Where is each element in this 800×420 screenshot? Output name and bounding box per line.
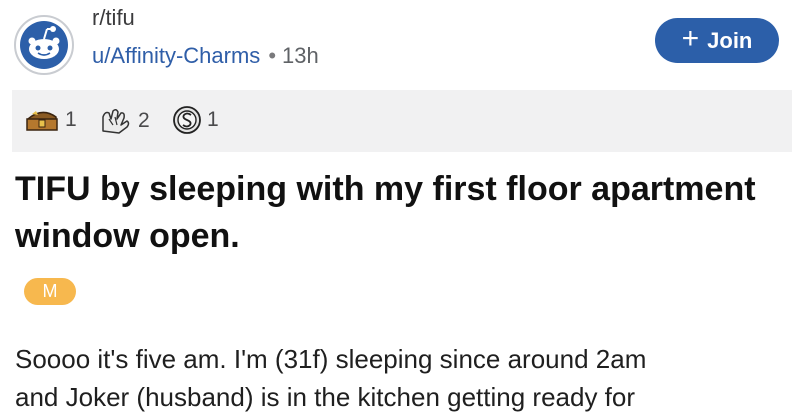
award-item[interactable]: 2 (97, 105, 150, 137)
treasure-chest-award-icon (26, 111, 58, 131)
awards-bar[interactable]: 1 2 1 (12, 90, 792, 152)
award-item[interactable]: 1 (24, 105, 77, 135)
silver-coin-award-icon (173, 106, 201, 134)
award-count: 1 (207, 108, 219, 131)
post-header: r/tifu u/Affinity-Charms • 13h + Join (0, 0, 800, 82)
subreddit-avatar-icon[interactable] (13, 14, 75, 76)
join-label: Join (707, 27, 753, 53)
award-count: 2 (138, 109, 150, 132)
body-line: and Joker (husband) is in the kitchen ge… (15, 382, 636, 412)
body-line: Soooo it's five am. I'm (31f) sleeping s… (15, 344, 647, 374)
meta-separator: • (268, 43, 277, 68)
post-flair[interactable]: M (24, 278, 76, 305)
subreddit-name[interactable]: r/tifu (92, 5, 135, 31)
post-age: 13h (282, 43, 319, 68)
plus-icon: + (681, 22, 700, 55)
author-link[interactable]: u/Affinity-Charms (92, 43, 260, 68)
hands-award-icon (102, 108, 130, 134)
post-title[interactable]: TIFU by sleeping with my first floor apa… (15, 166, 775, 260)
award-count: 1 (65, 108, 77, 131)
post-body[interactable]: Soooo it's five am. I'm (31f) sleeping s… (15, 340, 800, 416)
award-item[interactable]: 1 (172, 105, 219, 135)
post-meta: u/Affinity-Charms • 13h (92, 43, 319, 69)
join-button[interactable]: + Join (655, 18, 779, 63)
